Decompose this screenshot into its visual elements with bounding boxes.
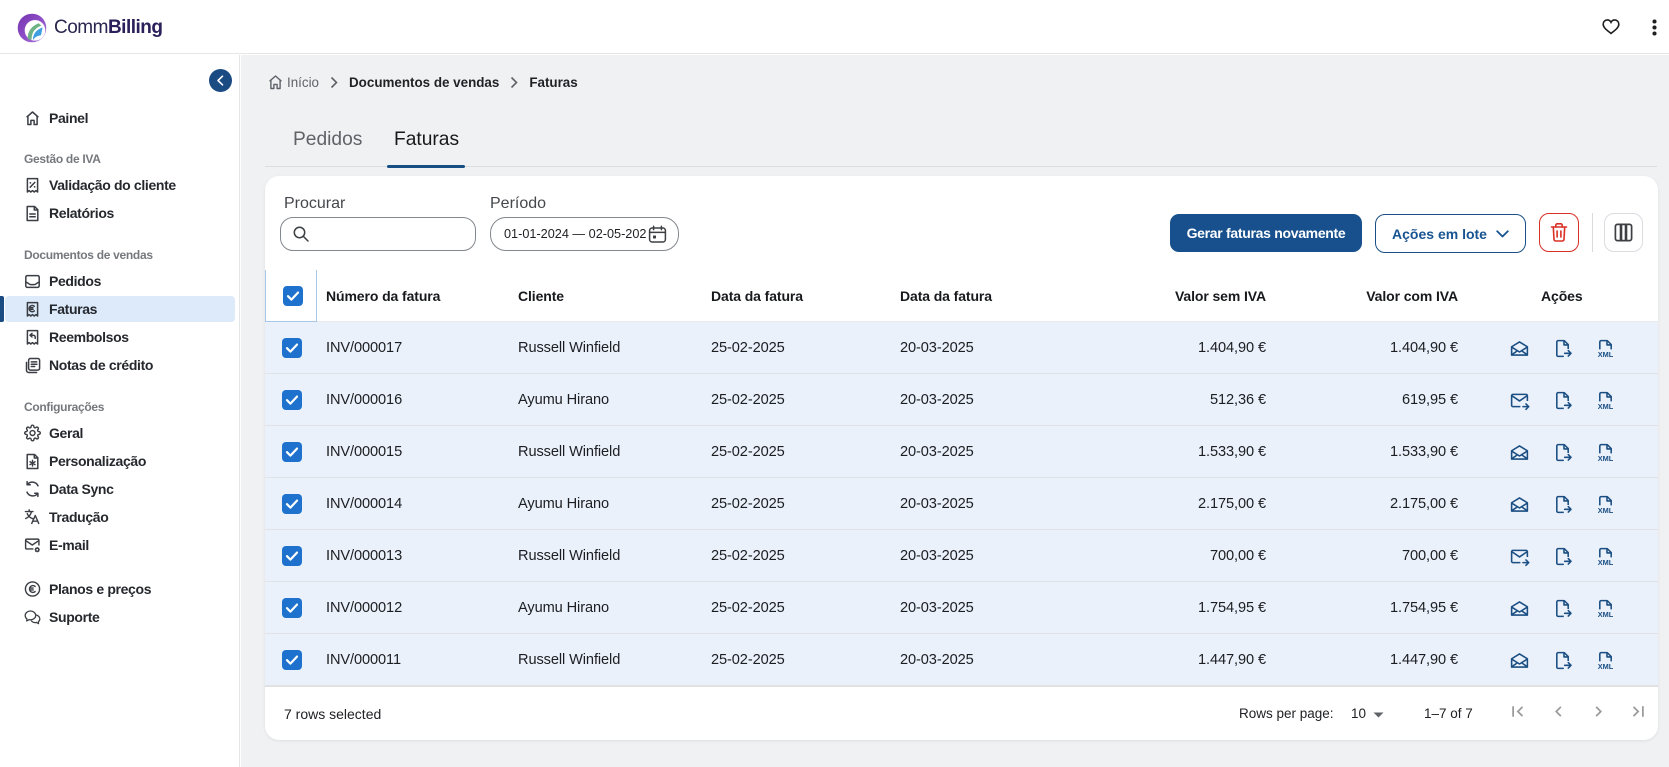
svg-text:XML: XML: [1597, 349, 1613, 358]
svg-text:XML: XML: [1597, 609, 1613, 618]
svg-text:XML: XML: [1597, 557, 1613, 566]
svg-text:XML: XML: [1597, 661, 1613, 670]
svg-text:XML: XML: [1597, 453, 1613, 462]
svg-text:XML: XML: [1597, 401, 1613, 410]
svg-text:XML: XML: [1597, 505, 1613, 514]
